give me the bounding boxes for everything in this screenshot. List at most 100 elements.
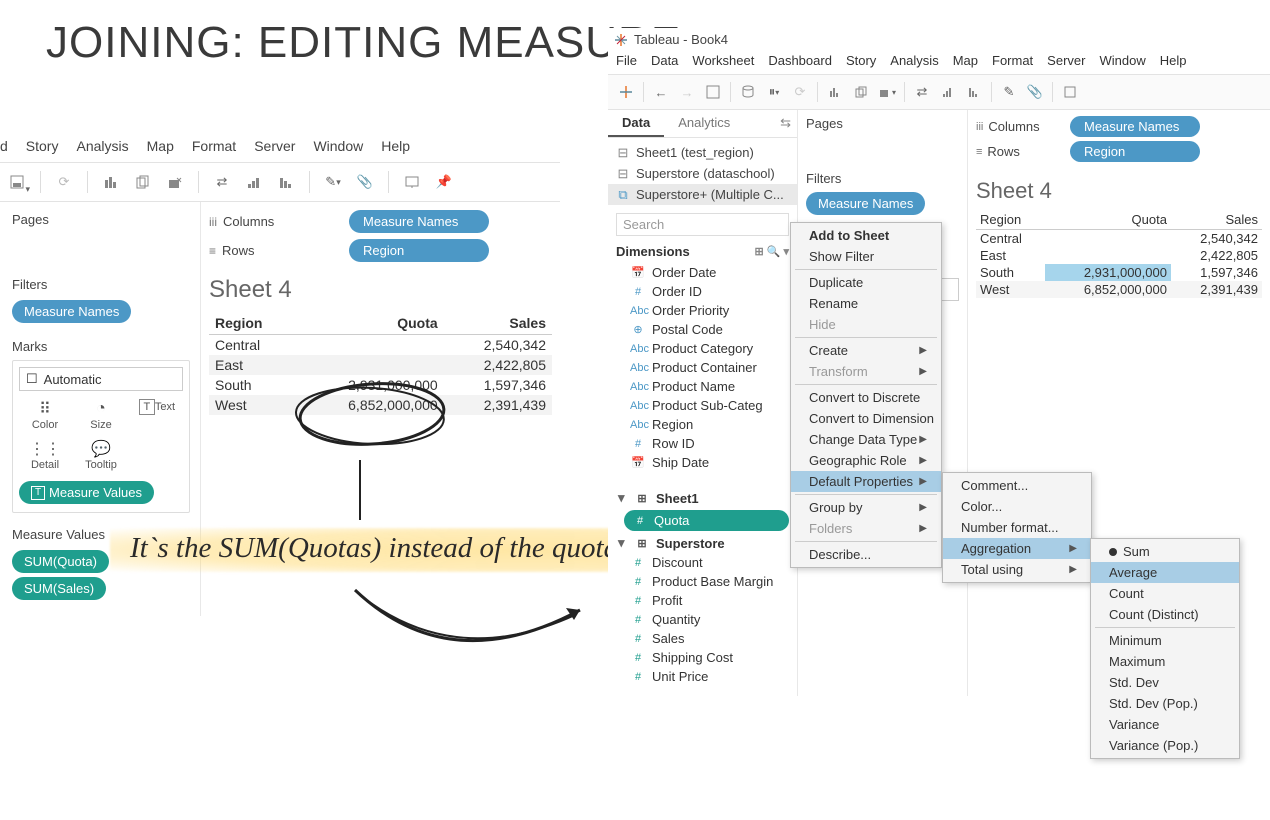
menu-item[interactable]: Show Filter xyxy=(791,246,941,267)
menu-item[interactable]: Average xyxy=(1091,562,1239,583)
pause-icon[interactable]: ⏸▾ xyxy=(762,81,786,103)
cell-region[interactable]: East xyxy=(976,247,1045,264)
cell-sales[interactable]: 2,422,805 xyxy=(444,355,552,375)
menu-item[interactable]: Minimum xyxy=(1091,630,1239,651)
menu-item[interactable]: Map xyxy=(147,138,174,154)
menu-item[interactable]: Rename xyxy=(791,293,941,314)
marks-type-select[interactable]: ☐ Automatic xyxy=(19,367,183,391)
swap-icon[interactable]: ⇄ xyxy=(910,81,934,103)
field-item[interactable]: 📅Order Date xyxy=(608,263,797,282)
marks-color[interactable]: ⠿Color xyxy=(19,397,71,433)
col-header[interactable]: Region xyxy=(976,210,1045,230)
highlight-icon[interactable]: ✎▾ xyxy=(320,170,346,194)
field-item[interactable]: AbcProduct Category xyxy=(608,339,797,358)
menu-item[interactable]: Story xyxy=(846,53,876,68)
menu-item[interactable]: Aggregation▶ xyxy=(943,538,1091,559)
data-tab[interactable]: Data xyxy=(608,110,664,137)
menu-item[interactable]: Color... xyxy=(943,496,1091,517)
field-item[interactable]: 📅Ship Date xyxy=(608,453,797,472)
menu-item[interactable]: Convert to Dimension xyxy=(791,408,941,429)
col-header[interactable]: Sales xyxy=(444,312,552,335)
field-item[interactable]: #Product Base Margin xyxy=(608,572,797,591)
cell-region[interactable]: East xyxy=(209,355,296,375)
menu-item[interactable]: Format xyxy=(992,53,1033,68)
menu-item[interactable]: Transform▶ xyxy=(791,361,941,382)
menu-item[interactable]: Describe... xyxy=(791,544,941,565)
menu-item[interactable]: Dashboard xyxy=(768,53,832,68)
sort-asc-icon[interactable] xyxy=(241,170,267,194)
forward-icon[interactable]: → xyxy=(675,81,699,103)
menu-item[interactable]: File xyxy=(616,53,637,68)
menu-item[interactable]: Add to Sheet xyxy=(791,225,941,246)
sort-desc-icon[interactable] xyxy=(273,170,299,194)
attach-icon[interactable]: 📎 xyxy=(352,170,378,194)
cell-region[interactable]: West xyxy=(209,395,296,415)
menu-item[interactable]: Std. Dev (Pop.) xyxy=(1091,693,1239,714)
datasource-item[interactable]: ⊟Superstore (dataschool) xyxy=(608,163,797,184)
field-item[interactable]: AbcProduct Container xyxy=(608,358,797,377)
columns-pill[interactable]: Measure Names xyxy=(1070,116,1200,137)
mv-item[interactable]: SUM(Sales) xyxy=(12,577,106,600)
cell-quota[interactable]: 2,931,000,000 xyxy=(296,375,444,395)
marks-text[interactable]: TText xyxy=(131,397,183,433)
menu-item[interactable]: Number format... xyxy=(943,517,1091,538)
menu-item[interactable]: Analysis xyxy=(76,138,128,154)
menu-item[interactable]: Variance (Pop.) xyxy=(1091,735,1239,756)
new-worksheet-icon[interactable] xyxy=(98,170,124,194)
menu-item[interactable]: Sum xyxy=(1091,541,1239,562)
attach-icon[interactable]: 📎 xyxy=(1023,81,1047,103)
menu-item[interactable]: Analysis xyxy=(890,53,938,68)
back-icon[interactable]: ← xyxy=(649,81,673,103)
menu-item[interactable]: Comment... xyxy=(943,475,1091,496)
new-datasource-icon[interactable] xyxy=(736,81,760,103)
menu-item[interactable]: Std. Dev xyxy=(1091,672,1239,693)
cell-sales[interactable]: 2,391,439 xyxy=(444,395,552,415)
rows-pill[interactable]: Region xyxy=(349,239,489,262)
menu-item[interactable]: Count xyxy=(1091,583,1239,604)
menu-item[interactable]: Map xyxy=(953,53,978,68)
save-icon[interactable] xyxy=(701,81,725,103)
cell-quota[interactable]: 6,852,000,000 xyxy=(296,395,444,415)
menu-item[interactable]: Duplicate xyxy=(791,272,941,293)
menu-item[interactable]: Folders▶ xyxy=(791,518,941,539)
menu-item[interactable]: Total using▶ xyxy=(943,559,1091,580)
cell-sales[interactable]: 1,597,346 xyxy=(444,375,552,395)
field-item[interactable]: ⊕Postal Code xyxy=(608,320,797,339)
view-toggle-icon[interactable]: ⊞ 🔍 ▾ xyxy=(754,245,789,258)
columns-pill[interactable]: Measure Names xyxy=(349,210,489,233)
cell-sales[interactable]: 2,540,342 xyxy=(444,335,552,356)
menu-item[interactable]: Server xyxy=(254,138,295,154)
filter-pill[interactable]: Measure Names xyxy=(806,192,925,215)
refresh-icon[interactable]: ⟳ xyxy=(788,81,812,103)
menu-item[interactable]: Convert to Discrete xyxy=(791,387,941,408)
menu-item[interactable]: Story xyxy=(26,138,59,154)
field-item[interactable]: AbcRegion xyxy=(608,415,797,434)
analytics-tab[interactable]: Analytics xyxy=(664,110,744,137)
cell-region[interactable]: Central xyxy=(209,335,296,356)
mv-item[interactable]: SUM(Quota) xyxy=(12,550,109,573)
menu-item[interactable]: Hide xyxy=(791,314,941,335)
menu-item[interactable]: Server xyxy=(1047,53,1085,68)
duplicate-icon[interactable] xyxy=(130,170,156,194)
group-sheet1[interactable]: ▾⊞Sheet1 xyxy=(608,488,797,508)
fit-icon[interactable] xyxy=(1058,81,1082,103)
refresh-icon[interactable]: ⟳ xyxy=(51,170,77,194)
field-item[interactable]: #Discount xyxy=(608,553,797,572)
col-header[interactable]: Sales xyxy=(1171,210,1262,230)
marks-tooltip[interactable]: 💬Tooltip xyxy=(75,437,127,473)
menu-item[interactable]: Window xyxy=(313,138,363,154)
menu-item[interactable]: Change Data Type▶ xyxy=(791,429,941,450)
field-item[interactable]: #Row ID xyxy=(608,434,797,453)
field-item[interactable]: AbcOrder Priority xyxy=(608,301,797,320)
cell-quota[interactable] xyxy=(296,335,444,356)
field-item[interactable]: #Shipping Cost xyxy=(608,648,797,667)
field-item[interactable]: #Order ID xyxy=(608,282,797,301)
duplicate-icon[interactable] xyxy=(849,81,873,103)
caret-icon[interactable]: ⇆ xyxy=(744,110,797,137)
menu-item[interactable]: Data xyxy=(651,53,678,68)
cell-quota[interactable] xyxy=(296,355,444,375)
save-icon[interactable]: ▾ xyxy=(4,170,30,194)
field-item[interactable]: #Profit xyxy=(608,591,797,610)
marks-detail[interactable]: ⋮⋮Detail xyxy=(19,437,71,473)
cell-region[interactable]: South xyxy=(976,264,1045,281)
